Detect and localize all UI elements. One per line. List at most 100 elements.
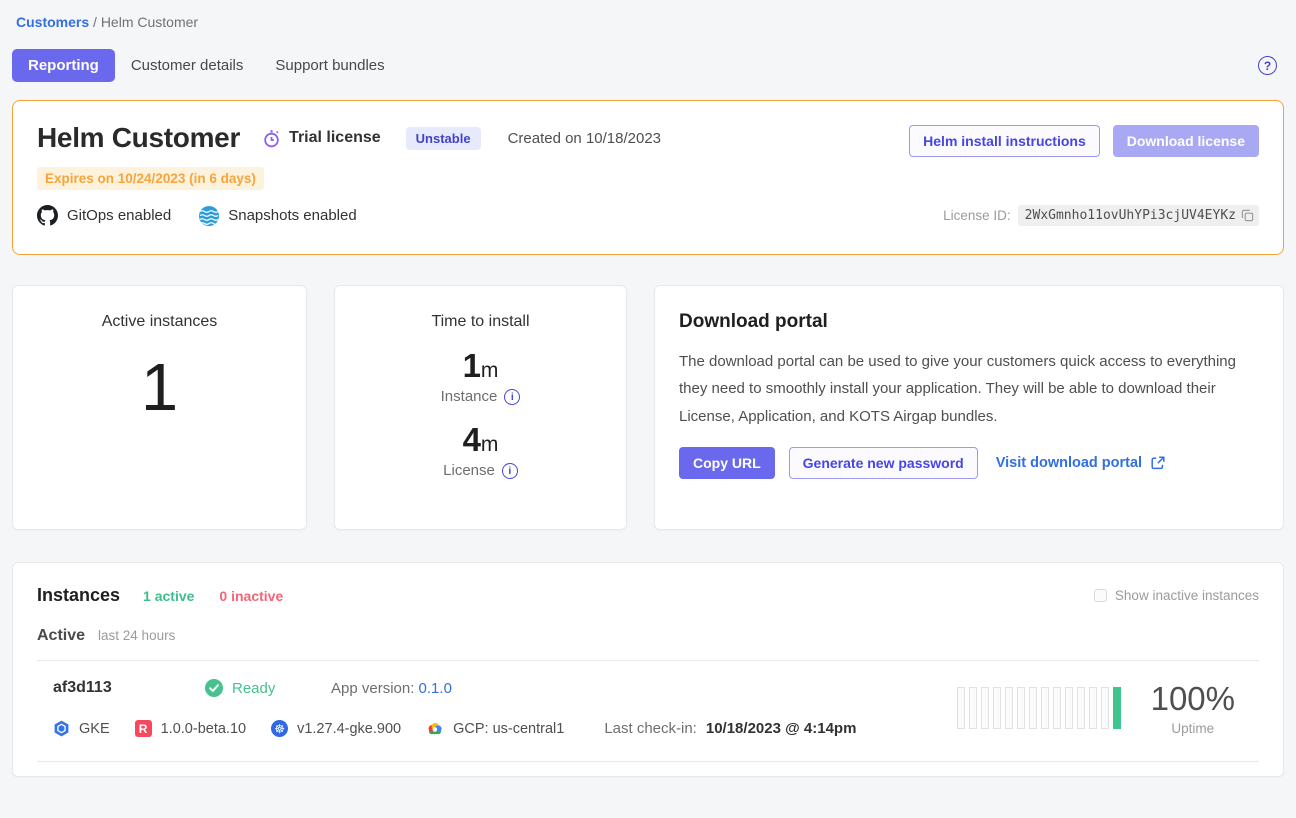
- breadcrumb-separator: /: [93, 14, 101, 30]
- instance-install-time: 1m: [335, 347, 626, 385]
- customer-header-card: Helm Customer Trial license Unstable Cre…: [12, 100, 1284, 255]
- uptime-bars: [957, 687, 1121, 729]
- generate-password-button[interactable]: Generate new password: [789, 447, 978, 479]
- license-info-icon[interactable]: i: [502, 463, 518, 479]
- license-id-label: License ID:: [943, 208, 1011, 223]
- tab-support-bundles[interactable]: Support bundles: [259, 49, 400, 82]
- download-portal-actions: Copy URL Generate new password Visit dow…: [679, 447, 1259, 479]
- instance-status-label: Ready: [232, 680, 275, 697]
- active-instances-value: 1: [13, 349, 306, 426]
- copy-url-button[interactable]: Copy URL: [679, 447, 775, 479]
- flags-row: GitOps enabled Snapshots enabled License…: [37, 205, 1259, 226]
- uptime-bar: [957, 687, 965, 729]
- k8s-version-label: v1.27.4-gke.900: [297, 721, 401, 737]
- active-instances-card: Active instances 1: [12, 285, 307, 530]
- tab-bar: Reporting Customer details Support bundl…: [12, 49, 1284, 82]
- ready-check-icon: [205, 679, 223, 697]
- uptime-bar: [969, 687, 977, 729]
- channel-badge: Unstable: [406, 127, 481, 150]
- last-checkin-value: 10/18/2023 @ 4:14pm: [706, 720, 857, 737]
- uptime-bar: [1065, 687, 1073, 729]
- active-section-sublabel: last 24 hours: [98, 628, 175, 643]
- header-buttons: Helm install instructions Download licen…: [909, 125, 1259, 157]
- stats-row: Active instances 1 Time to install 1m In…: [12, 285, 1284, 530]
- helm-install-instructions-button[interactable]: Helm install instructions: [909, 125, 1100, 157]
- cloud-region-label: GCP: us-central1: [453, 721, 564, 737]
- replicated-icon: R: [135, 720, 152, 737]
- help-icon[interactable]: ?: [1258, 56, 1277, 75]
- snapshots-label: Snapshots enabled: [228, 207, 356, 224]
- external-link-icon: [1150, 455, 1166, 471]
- kubernetes-icon: ☸: [271, 720, 288, 737]
- gitops-label: GitOps enabled: [67, 207, 171, 224]
- uptime-bar: [1029, 687, 1037, 729]
- tab-reporting[interactable]: Reporting: [12, 49, 115, 82]
- download-portal-title: Download portal: [679, 311, 1259, 333]
- uptime-bar: [1113, 687, 1121, 729]
- show-inactive-checkbox[interactable]: [1094, 589, 1107, 602]
- time-to-install-title: Time to install: [335, 313, 626, 331]
- row-divider-bottom: [37, 761, 1259, 762]
- stopwatch-icon: [262, 129, 281, 148]
- active-section-label: Active: [37, 627, 85, 645]
- license-id-row: License ID: 2WxGmnho11ovUhYPi3cjUV4EYKz: [943, 205, 1259, 226]
- download-license-button[interactable]: Download license: [1113, 125, 1259, 157]
- uptime-summary: 100% Uptime: [1151, 680, 1235, 736]
- instance-install-label: Instance i: [335, 388, 626, 405]
- instances-title: Instances: [37, 585, 120, 606]
- license-install-label: License i: [335, 462, 626, 479]
- active-instances-title: Active instances: [13, 313, 306, 331]
- instance-line2: GKE R 1.0.0-beta.10 ☸ v1.27.4-gke.900: [53, 720, 957, 737]
- show-inactive-toggle[interactable]: Show inactive instances: [1094, 588, 1259, 603]
- uptime-block: 100% Uptime: [957, 680, 1245, 736]
- active-count: 1 active: [143, 588, 194, 604]
- uptime-bar: [1077, 687, 1085, 729]
- breadcrumb-customers-link[interactable]: Customers: [16, 14, 89, 30]
- cloud-region-meta: GCP: us-central1: [426, 721, 564, 737]
- breadcrumb: Customers / Helm Customer: [12, 12, 1284, 32]
- license-id-value: 2WxGmnho11ovUhYPi3cjUV4EYKz: [1018, 205, 1259, 226]
- distribution-meta: GKE: [53, 720, 110, 737]
- github-icon: [37, 205, 58, 226]
- visit-download-portal-link[interactable]: Visit download portal: [996, 455, 1166, 471]
- breadcrumb-current: Helm Customer: [101, 14, 198, 30]
- license-type-label: Trial license: [289, 129, 381, 147]
- instance-row[interactable]: af3d113 Ready App version: 0.1.0: [37, 661, 1259, 761]
- license-install-time: 4m: [335, 421, 626, 459]
- uptime-bar: [1101, 687, 1109, 729]
- time-to-install-card: Time to install 1m Instance i 4m License…: [334, 285, 627, 530]
- app-release-meta: R 1.0.0-beta.10: [135, 720, 246, 737]
- uptime-bar: [993, 687, 1001, 729]
- inactive-count: 0 inactive: [219, 588, 283, 604]
- distribution-label: GKE: [79, 721, 110, 737]
- app-version-link[interactable]: 0.1.0: [419, 680, 452, 697]
- uptime-value: 100%: [1151, 680, 1235, 718]
- uptime-label: Uptime: [1151, 721, 1235, 736]
- download-portal-description: The download portal can be used to give …: [679, 348, 1247, 430]
- uptime-bar: [1005, 687, 1013, 729]
- k8s-version-meta: ☸ v1.27.4-gke.900: [271, 720, 401, 737]
- last-checkin-label: Last check-in:: [604, 720, 697, 737]
- uptime-bar: [981, 687, 989, 729]
- download-portal-card: Download portal The download portal can …: [654, 285, 1284, 530]
- uptime-bar: [1017, 687, 1025, 729]
- instance-id: af3d113: [53, 679, 205, 697]
- uptime-bar: [1053, 687, 1061, 729]
- snapshots-flag: Snapshots enabled: [199, 206, 356, 226]
- instances-card: Instances 1 active 0 inactive Show inact…: [12, 562, 1284, 777]
- instance-details: af3d113 Ready App version: 0.1.0: [53, 679, 957, 737]
- license-type: Trial license: [262, 129, 381, 148]
- gke-icon: [53, 720, 70, 737]
- gcp-icon: [426, 721, 444, 736]
- uptime-bar: [1041, 687, 1049, 729]
- created-date: Created on 10/18/2023: [508, 130, 661, 147]
- tab-customer-details[interactable]: Customer details: [115, 49, 260, 82]
- show-inactive-label: Show inactive instances: [1115, 588, 1259, 603]
- instance-line1: af3d113 Ready App version: 0.1.0: [53, 679, 957, 697]
- app-release-label: 1.0.0-beta.10: [161, 721, 246, 737]
- gitops-flag: GitOps enabled: [37, 205, 171, 226]
- copy-icon[interactable]: [1241, 209, 1254, 222]
- page: Customers / Helm Customer Reporting Cust…: [0, 0, 1296, 777]
- app-version: App version: 0.1.0: [331, 680, 452, 697]
- instance-info-icon[interactable]: i: [504, 389, 520, 405]
